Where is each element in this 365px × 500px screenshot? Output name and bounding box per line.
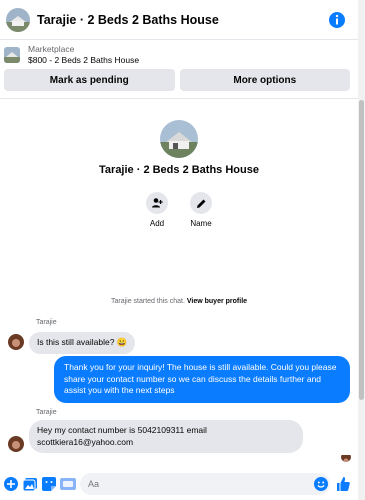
- sticker-icon[interactable]: [41, 476, 57, 492]
- photo-icon[interactable]: [22, 476, 38, 492]
- info-icon[interactable]: [328, 11, 346, 29]
- add-label: Add: [149, 219, 165, 228]
- scrollbar[interactable]: [358, 0, 365, 500]
- chat-started-notice: Tarajie started this chat. View buyer pr…: [0, 298, 358, 305]
- plus-icon[interactable]: [3, 476, 19, 492]
- add-person-icon: [152, 198, 163, 208]
- listing-avatar[interactable]: [6, 7, 30, 32]
- profile-avatar[interactable]: [160, 120, 198, 158]
- message-sender: Tarajie: [36, 409, 57, 416]
- message-composer: [0, 473, 358, 495]
- profile-title: Tarajie · 2 Beds 2 Baths House: [99, 164, 259, 176]
- listing-title: $800 - 2 Beds 2 Baths House: [28, 55, 140, 65]
- sender-avatar[interactable]: [8, 436, 24, 452]
- read-receipt-avatar: [341, 452, 351, 462]
- view-buyer-profile-link[interactable]: View buyer profile: [187, 298, 247, 305]
- chat-title[interactable]: Tarajie · 2 Beds 2 Baths House: [37, 13, 219, 27]
- listing-label: Marketplace: [28, 44, 75, 54]
- more-options-button[interactable]: More options: [179, 69, 350, 91]
- marketplace-listing[interactable]: Marketplace $800 - 2 Beds 2 Baths House: [4, 44, 354, 66]
- chat-header: Tarajie · 2 Beds 2 Baths House: [0, 0, 358, 40]
- scrollbar-thumb[interactable]: [359, 100, 364, 400]
- conversation-profile: Tarajie · 2 Beds 2 Baths House Add Name: [0, 120, 358, 228]
- emoji-icon[interactable]: [314, 477, 328, 491]
- name-label: Name: [190, 219, 212, 228]
- mark-as-pending-button[interactable]: Mark as pending: [4, 69, 175, 91]
- pencil-icon: [196, 199, 205, 208]
- gif-icon[interactable]: [60, 476, 76, 492]
- add-button[interactable]: Add: [146, 192, 168, 228]
- incoming-message[interactable]: Is this still available? 😀: [29, 332, 136, 354]
- like-icon[interactable]: [336, 476, 350, 492]
- listing-actions: Mark as pending More options: [4, 69, 350, 91]
- sender-avatar[interactable]: [8, 334, 24, 350]
- message-sender: Tarajie: [36, 319, 57, 326]
- name-button[interactable]: Name: [190, 192, 212, 228]
- listing-thumbnail: [4, 47, 20, 63]
- outgoing-message[interactable]: Thank you for your inquiry! The house is…: [54, 356, 350, 403]
- divider: [0, 98, 358, 99]
- incoming-message[interactable]: Hey my contact number is 5042109311 emai…: [29, 420, 303, 453]
- message-input[interactable]: [80, 473, 330, 495]
- chat-started-text: Tarajie started this chat.: [110, 298, 185, 305]
